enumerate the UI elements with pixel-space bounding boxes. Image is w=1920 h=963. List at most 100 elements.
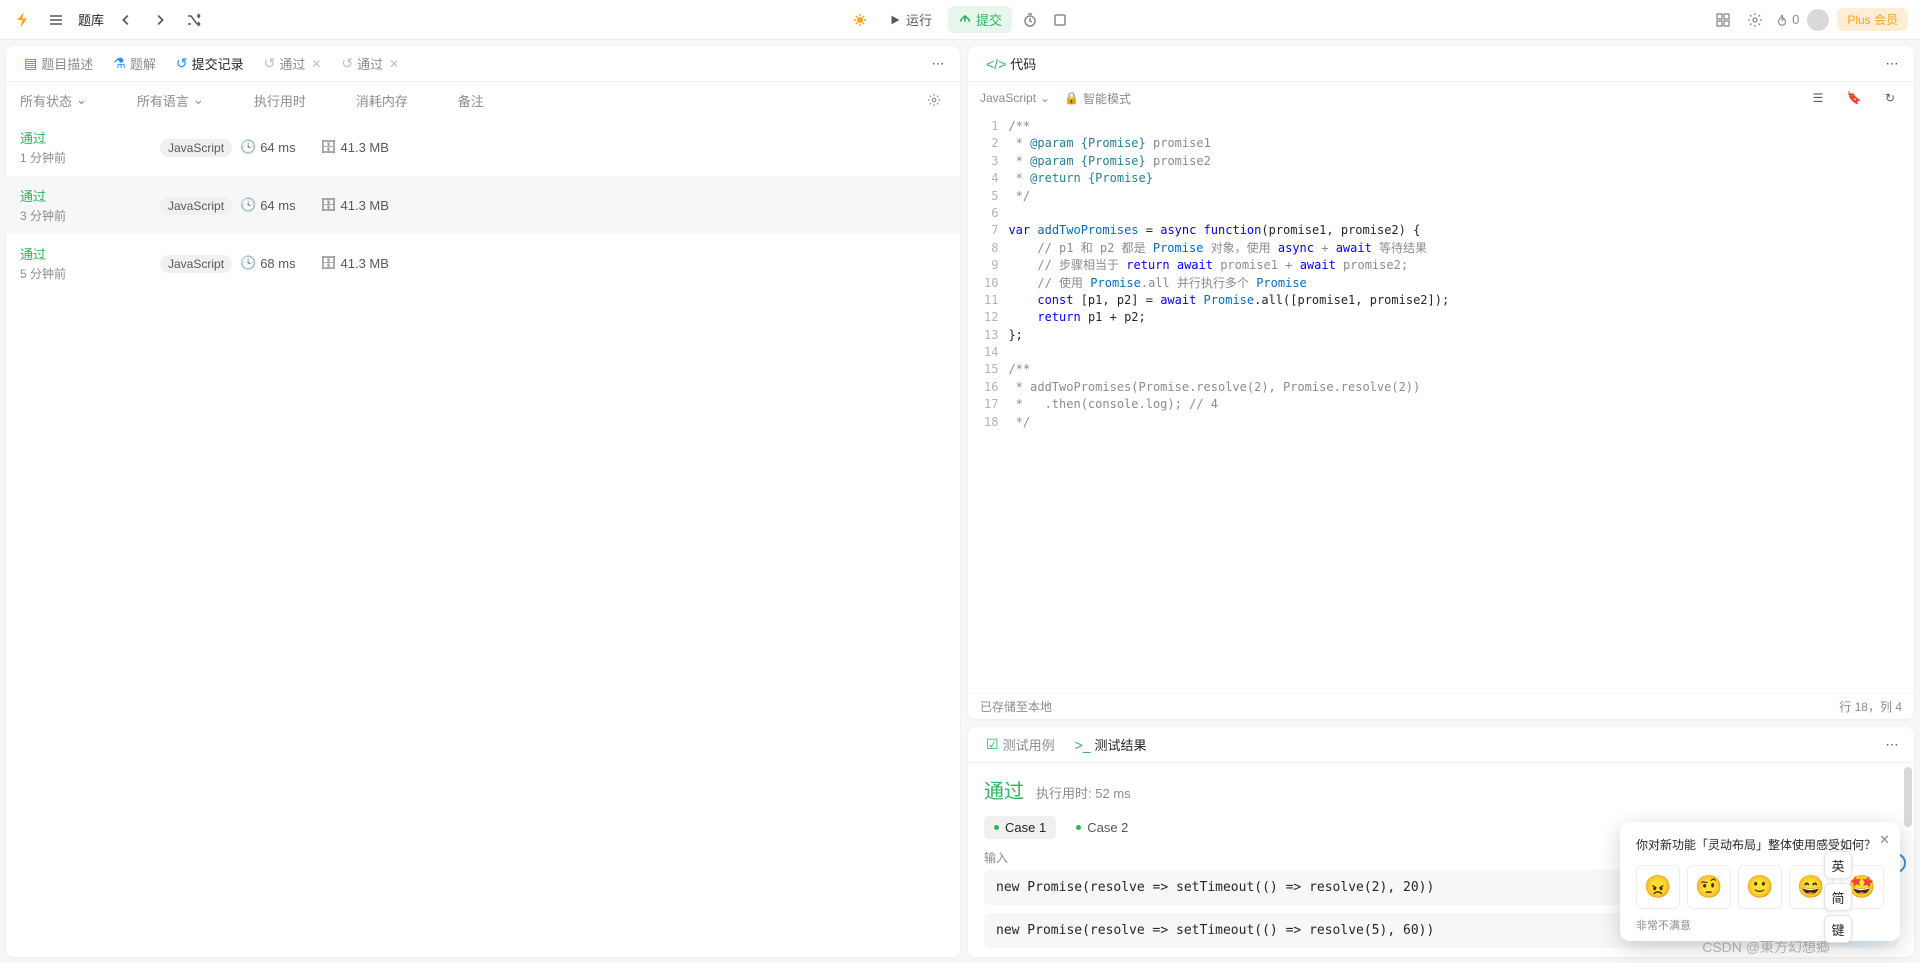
bookmark-icon[interactable]: 🔖 xyxy=(1842,86,1866,110)
run-button[interactable]: 运行 xyxy=(878,6,942,33)
problem-list-label[interactable]: 题库 xyxy=(78,10,104,29)
next-problem-button[interactable] xyxy=(148,8,172,32)
scrollbar-thumb[interactable] xyxy=(1904,767,1912,827)
code-icon: </> xyxy=(986,56,1006,72)
tab-description-label: 题目描述 xyxy=(41,54,93,73)
top-bar: 题库 运行 提交 xyxy=(0,0,1920,40)
settings-button[interactable] xyxy=(1743,8,1767,32)
rating-2[interactable]: 🤨 xyxy=(1687,865,1731,909)
chevron-down-icon: ⌄ xyxy=(1040,91,1050,105)
submission-row[interactable]: 通过5 分钟前 JavaScript 🕓68 ms 🗄41.3 MB xyxy=(6,234,960,292)
header-memory: 消耗内存 xyxy=(356,91,408,110)
clock-icon: 🕓 xyxy=(240,139,256,155)
more-icon[interactable]: ⋯ xyxy=(1880,733,1904,757)
clock-icon: 🕓 xyxy=(240,197,256,213)
rating-1[interactable]: 😠 xyxy=(1636,865,1680,909)
test-panel-tabs: ☑ 测试用例 >_ 测试结果 ⋯ xyxy=(968,727,1914,763)
run-label: 运行 xyxy=(906,10,932,29)
tab-code[interactable]: </> 代码 xyxy=(978,50,1044,77)
submit-label: 提交 xyxy=(976,10,1002,29)
code-panel-tabs: </> 代码 ⋯ xyxy=(968,46,1914,82)
cursor-position: 行 18，列 4 xyxy=(1839,698,1902,715)
format-icon[interactable]: ☰ xyxy=(1806,86,1830,110)
submission-row[interactable]: 通过1 分钟前 JavaScript 🕓64 ms 🗄41.3 MB xyxy=(6,118,960,176)
header-note: 备注 xyxy=(458,91,484,110)
submission-filters: 所有状态⌄ 所有语言⌄ 执行用时 消耗内存 备注 xyxy=(6,82,960,118)
chevron-down-icon: ⌄ xyxy=(193,92,204,108)
memory-icon: 🗄 xyxy=(320,139,337,155)
tab-submissions[interactable]: ↺ 提交记录 xyxy=(168,50,252,77)
debug-button[interactable] xyxy=(848,8,872,32)
history-icon: ↺ xyxy=(176,55,188,72)
right-stack: </> 代码 ⋯ JavaScript ⌄ 🔒 智能模式 ☰ 🔖 ↻ xyxy=(968,46,1914,957)
avatar[interactable] xyxy=(1807,9,1829,31)
tab-testcases-label: 测试用例 xyxy=(1003,735,1055,754)
submission-row[interactable]: 通过3 分钟前 JavaScript 🕓64 ms 🗄41.3 MB xyxy=(6,176,960,234)
filter-status[interactable]: 所有状态⌄ xyxy=(20,91,87,110)
problem-list-button[interactable] xyxy=(44,8,68,32)
language-chip: JavaScript xyxy=(160,139,232,157)
notes-button[interactable] xyxy=(1048,8,1072,32)
layout-button[interactable] xyxy=(1711,8,1735,32)
submission-time: 5 分钟前 xyxy=(20,265,160,282)
gear-icon[interactable] xyxy=(922,88,946,112)
tab-solutions[interactable]: ⚗ 题解 xyxy=(105,50,164,77)
random-problem-button[interactable] xyxy=(182,8,206,32)
ime-chip[interactable]: 英 xyxy=(1824,851,1852,879)
leetcode-logo[interactable] xyxy=(12,9,34,31)
memory-icon: 🗄 xyxy=(320,197,337,213)
more-icon[interactable]: ⋯ xyxy=(1880,52,1904,76)
streak-indicator[interactable]: 0 xyxy=(1775,12,1799,27)
memory-value: 41.3 MB xyxy=(341,198,389,213)
editor-status-bar: 已存储至本地 行 18，列 4 xyxy=(968,693,1914,719)
language-selector[interactable]: JavaScript ⌄ xyxy=(980,91,1050,105)
timer-button[interactable] xyxy=(1018,8,1042,32)
line-gutter: 123456789101112131415161718 xyxy=(968,118,1008,689)
checkbox-icon: ☑ xyxy=(986,736,999,753)
tab-solutions-label: 题解 xyxy=(130,54,156,73)
prev-problem-button[interactable] xyxy=(114,8,138,32)
top-center-group: 运行 提交 xyxy=(848,6,1072,33)
submission-list: 通过1 分钟前 JavaScript 🕓64 ms 🗄41.3 MB 通过3 分… xyxy=(6,118,960,957)
lock-icon: 🔒 xyxy=(1064,91,1079,105)
tab-description[interactable]: ▤ 题目描述 xyxy=(16,50,101,77)
tab-code-label: 代码 xyxy=(1010,54,1036,73)
submit-button[interactable]: 提交 xyxy=(948,6,1012,33)
memory-value: 41.3 MB xyxy=(341,140,389,155)
scrollbar[interactable] xyxy=(1904,763,1912,957)
tab-pass-1[interactable]: ↺ 通过 ✕ xyxy=(256,50,330,77)
tab-pass2-label: 通过 xyxy=(357,54,383,73)
close-icon[interactable]: ✕ xyxy=(389,57,399,71)
ime-chip[interactable]: 简 xyxy=(1824,883,1852,911)
ime-chip[interactable]: 键 xyxy=(1824,915,1852,943)
tab-submissions-label: 提交记录 xyxy=(192,54,244,73)
submission-time: 3 分钟前 xyxy=(20,207,160,224)
filter-language[interactable]: 所有语言⌄ xyxy=(137,91,204,110)
code-editor[interactable]: 123456789101112131415161718 /** * @param… xyxy=(968,114,1914,693)
status-label: 通过 xyxy=(20,244,160,263)
code-content[interactable]: /** * @param {Promise} promise1 * @param… xyxy=(1008,118,1914,689)
reset-icon[interactable]: ↻ xyxy=(1878,86,1902,110)
case-tab-1[interactable]: Case 1 xyxy=(984,816,1056,839)
rating-3[interactable]: 🙂 xyxy=(1738,865,1782,909)
memory-icon: 🗄 xyxy=(320,255,337,271)
tab-testcases[interactable]: ☑ 测试用例 xyxy=(978,731,1063,758)
more-icon[interactable]: ⋯ xyxy=(926,52,950,76)
runtime-value: 68 ms xyxy=(260,256,295,271)
tab-results[interactable]: >_ 测试结果 xyxy=(1067,731,1155,758)
feedback-popup: ✕ 你对新功能「灵动布局」整体使用感受如何？ 😠 🤨 🙂 😄 🤩 非常不满意 xyxy=(1620,822,1900,941)
history-icon: ↺ xyxy=(341,55,353,72)
result-runtime: 执行用时: 52 ms xyxy=(1036,783,1131,802)
smart-mode-toggle[interactable]: 🔒 智能模式 xyxy=(1064,90,1131,107)
close-icon[interactable]: ✕ xyxy=(1879,832,1890,848)
left-panel-tabs: ▤ 题目描述 ⚗ 题解 ↺ 提交记录 ↺ 通过 ✕ ↺ 通过 ✕ ⋯ xyxy=(6,46,960,82)
pass-dot-icon xyxy=(1076,825,1081,830)
tab-pass-2[interactable]: ↺ 通过 ✕ xyxy=(333,50,407,77)
close-icon[interactable]: ✕ xyxy=(311,57,321,71)
plus-badge[interactable]: Plus 会员 xyxy=(1837,8,1908,31)
runtime-value: 64 ms xyxy=(260,140,295,155)
pass-dot-icon xyxy=(994,825,999,830)
case-tab-2[interactable]: Case 2 xyxy=(1066,816,1138,839)
status-label: 通过 xyxy=(20,186,160,205)
memory-value: 41.3 MB xyxy=(341,256,389,271)
